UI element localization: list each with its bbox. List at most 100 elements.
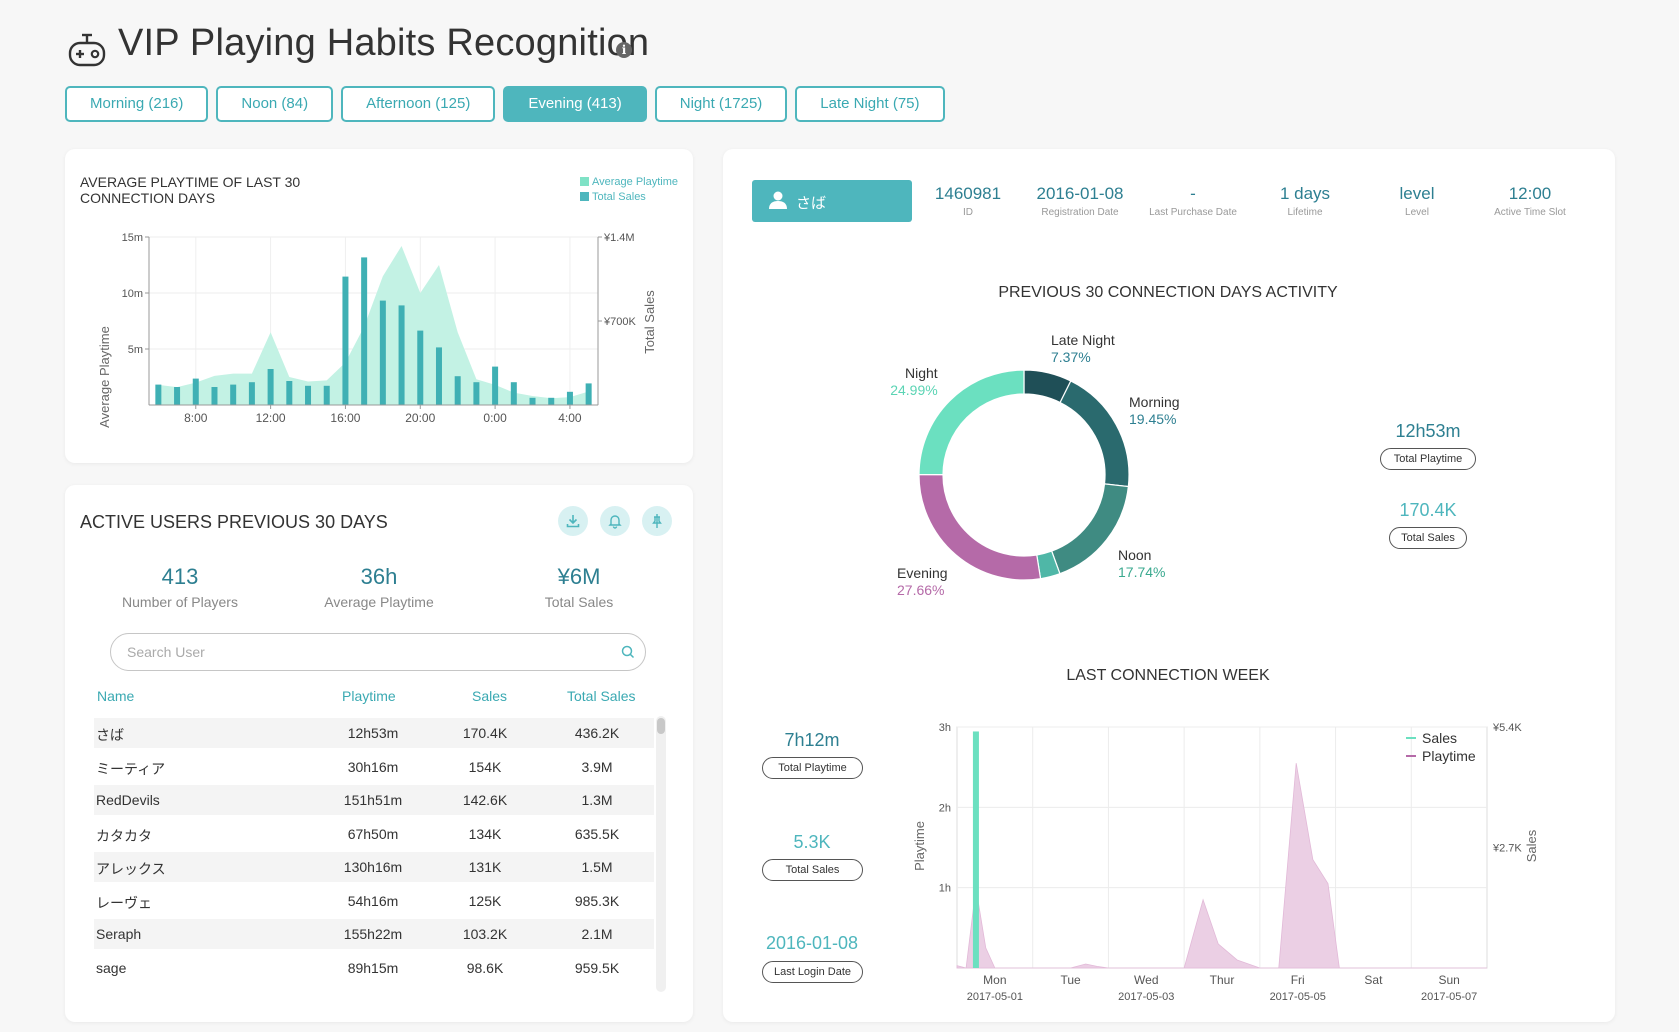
week-x-tick-day: Sat: [1364, 973, 1383, 987]
download-icon: [566, 515, 580, 528]
table-row[interactable]: ミーティア 30h16m 154K 3.9M: [94, 752, 654, 782]
donut-slice-morning[interactable]: [1059, 380, 1130, 488]
table-row[interactable]: Seraph 155h22m 103.2K 2.1M: [94, 919, 654, 949]
legend-sales[interactable]: Sales: [1422, 730, 1457, 746]
cell-playtime: 130h16m: [343, 859, 403, 875]
avg-sales-bar[interactable]: [417, 330, 424, 405]
morning-pct: 19.45%: [1129, 411, 1177, 427]
evening-pct: 27.66%: [897, 582, 945, 598]
avg-sales-bar[interactable]: [361, 257, 368, 405]
col-playtime[interactable]: Playtime: [342, 688, 396, 704]
col-sales[interactable]: Sales: [472, 688, 507, 704]
search-icon[interactable]: [621, 645, 635, 659]
table-row[interactable]: レーヴェ 54h16m 125K 985.3K: [94, 886, 654, 916]
table-row[interactable]: アレックス 130h16m 131K 1.5M: [94, 852, 654, 882]
noon-name: Noon: [1118, 547, 1152, 563]
cell-total-sales: 436.2K: [574, 725, 620, 741]
cell-playtime: 54h16m: [347, 892, 399, 909]
gamepad-icon: [68, 33, 106, 67]
cell-name: sage: [96, 959, 127, 976]
avg-sales-bar[interactable]: [585, 383, 592, 405]
week-playtime-value: 7h12m: [784, 730, 840, 750]
tab-morning[interactable]: Morning (216): [65, 86, 209, 122]
table-row[interactable]: さば 12h53m 170.4K 436.2K: [94, 718, 654, 748]
avg-sales-bar[interactable]: [230, 384, 237, 405]
active-users-title: ACTIVE USERS PREVIOUS 30 DAYS: [80, 512, 388, 532]
avg-right-tick: ¥1.4M: [603, 232, 635, 244]
info-icon[interactable]: i: [616, 42, 632, 58]
avg-sales-bar[interactable]: [398, 305, 405, 405]
table-row[interactable]: カタカタ 67h50m 134K 635.5K: [94, 819, 654, 849]
search-input[interactable]: [125, 643, 609, 661]
avg-ylabel-right: Total Sales: [642, 290, 657, 354]
tab-evening[interactable]: Evening (413): [503, 86, 647, 122]
cell-playtime: 155h22m: [343, 926, 403, 942]
week-sales-label: Total Sales: [762, 859, 863, 881]
cell-sales: 98.6K: [466, 959, 504, 976]
legend-playtime[interactable]: Playtime: [1422, 748, 1476, 764]
cell-name: Seraph: [96, 926, 142, 942]
cell-name: カタカタ: [96, 827, 152, 844]
table-row[interactable]: sage 89h15m 98.6K 959.5K: [94, 953, 654, 983]
week-x-tick-day: Fri: [1291, 973, 1305, 987]
avg-sales-bar[interactable]: [248, 382, 255, 405]
cell-total-sales: 3.9M: [581, 758, 613, 775]
bell-button[interactable]: [600, 506, 630, 536]
avg-sales-bar[interactable]: [305, 385, 312, 405]
donut-slice-noon[interactable]: [1050, 483, 1130, 575]
week-x-tick-date: 2017-05-05: [1270, 991, 1326, 1003]
cell-total-sales: 1.3M: [581, 792, 613, 808]
search-box: [110, 633, 646, 671]
avg-sales-bar[interactable]: [286, 381, 293, 405]
week-login-value: 2016-01-08: [765, 933, 859, 953]
week-sales-bar[interactable]: [972, 731, 979, 968]
avg-sales-bar[interactable]: [435, 347, 442, 405]
last-purchase-label: Last Purchase Date: [1149, 207, 1237, 218]
avg-sales-bar[interactable]: [192, 378, 199, 405]
avg-sales-bar[interactable]: [211, 387, 218, 405]
avg-sales-bar[interactable]: [473, 382, 480, 405]
cell-playtime: 30h16m: [347, 758, 399, 775]
table-scrollbar-thumb[interactable]: [657, 718, 665, 734]
avg-sales-bar[interactable]: [342, 276, 349, 405]
avg-sales-bar[interactable]: [323, 385, 330, 405]
avg-sales-bar[interactable]: [379, 300, 386, 405]
avg-sales-bar[interactable]: [174, 387, 181, 405]
level-value: level: [1399, 184, 1435, 203]
avg-sales-bar[interactable]: [548, 397, 555, 405]
active-slot-value: 12:00: [1508, 184, 1552, 203]
tab-night[interactable]: Night (1725): [654, 86, 788, 122]
col-name[interactable]: Name: [97, 688, 134, 704]
table-scrollbar[interactable]: [656, 716, 666, 992]
night-name: Night: [905, 365, 938, 381]
activity-title: PREVIOUS 30 CONNECTION DAYS ACTIVITY: [998, 284, 1338, 301]
cell-sales: 103.2K: [462, 926, 508, 942]
table-row[interactable]: RedDevils 151h51m 142.6K 1.3M: [94, 785, 654, 815]
avg-sales-bar[interactable]: [529, 397, 536, 405]
avg-sales-bar[interactable]: [566, 391, 573, 405]
tab-late-night[interactable]: Late Night (75): [795, 86, 945, 122]
donut-label-noon: Noon 17.74%: [1118, 547, 1165, 581]
download-button[interactable]: [558, 506, 588, 536]
selected-user-badge[interactable]: さば: [752, 180, 912, 222]
avg-sales-bar[interactable]: [454, 376, 461, 405]
week-x-tick-day: Thur: [1210, 973, 1235, 987]
avg-x-tick: 4:00: [558, 411, 582, 425]
level-label: Level: [1405, 207, 1429, 218]
col-total-sales[interactable]: Total Sales: [567, 688, 635, 704]
avg-sales-bar[interactable]: [510, 382, 517, 405]
selected-user-name: さば: [796, 195, 827, 212]
morning-name: Morning: [1129, 394, 1180, 410]
avg-sales-bar[interactable]: [155, 384, 162, 405]
cell-playtime: 67h50m: [347, 825, 399, 842]
tab-afternoon[interactable]: Afternoon (125): [341, 86, 496, 122]
pin-button[interactable]: [642, 506, 672, 536]
avg-sales-bar[interactable]: [492, 366, 499, 405]
week-playtime-label: Total Playtime: [762, 757, 863, 779]
tab-noon[interactable]: Noon (84): [216, 86, 334, 122]
avg-sales-bar[interactable]: [267, 369, 274, 405]
cell-total-sales: 1.5M: [581, 859, 613, 875]
donut-label-late-night: Late Night 7.37%: [1051, 332, 1115, 366]
week-playtime-area: [956, 763, 1487, 969]
week-left-tick: 3h: [939, 722, 951, 734]
